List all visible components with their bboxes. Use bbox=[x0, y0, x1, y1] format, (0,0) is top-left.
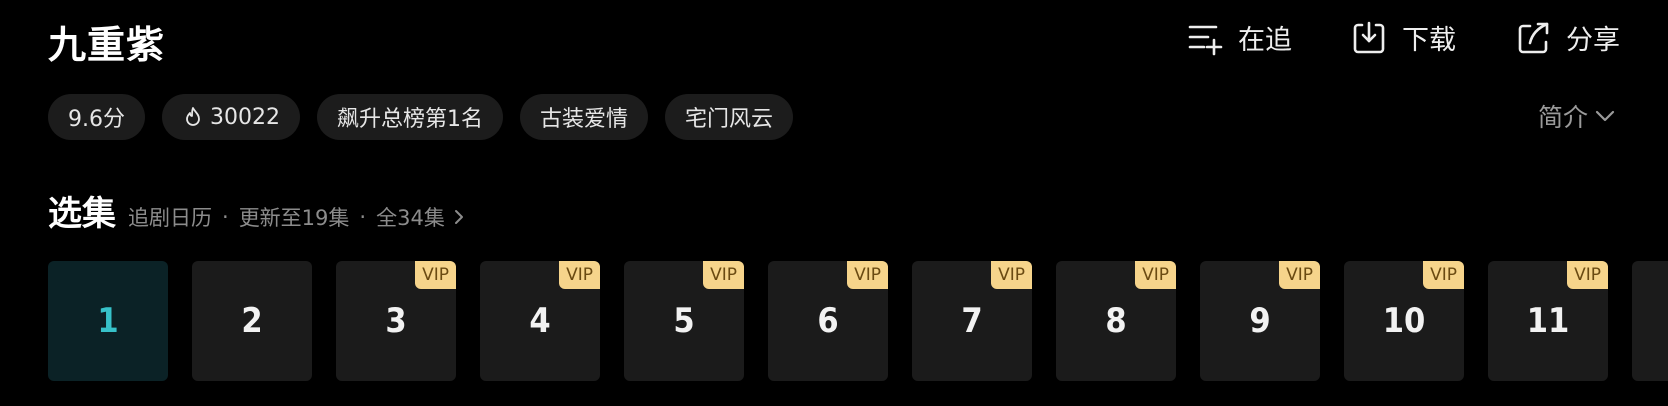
share-button[interactable]: 分享 bbox=[1514, 18, 1620, 57]
episode-number: 5 bbox=[673, 301, 695, 341]
episode-number: 8 bbox=[1105, 301, 1127, 341]
episode-tile[interactable]: 11 VIP bbox=[1488, 261, 1608, 381]
vip-badge: VIP bbox=[559, 261, 600, 289]
vip-badge: VIP bbox=[415, 261, 456, 289]
intro-toggle[interactable]: 简介 bbox=[1538, 98, 1616, 134]
follow-button[interactable]: 在追 bbox=[1186, 18, 1292, 57]
episode-number: 3 bbox=[385, 301, 407, 341]
total-text: 全34集 bbox=[376, 206, 445, 230]
episode-tile[interactable]: 7 VIP bbox=[912, 261, 1032, 381]
episode-tile[interactable]: 9 VIP bbox=[1200, 261, 1320, 381]
vip-badge: VIP bbox=[1135, 261, 1176, 289]
episode-tile[interactable]: 5 VIP bbox=[624, 261, 744, 381]
episode-number: 9 bbox=[1249, 301, 1271, 341]
vip-badge: VIP bbox=[1279, 261, 1320, 289]
share-label: 分享 bbox=[1566, 25, 1620, 56]
updated-text: 更新至19集 bbox=[238, 206, 350, 230]
download-label: 下载 bbox=[1402, 25, 1456, 56]
rank-text: 飙升总榜第1名 bbox=[337, 107, 483, 132]
add-to-list-icon bbox=[1188, 25, 1223, 55]
rating-tag: 9.6分 bbox=[48, 94, 145, 140]
share-icon bbox=[1518, 22, 1549, 53]
chevron-right-icon bbox=[454, 210, 463, 224]
episode-number: 1 bbox=[97, 301, 119, 341]
episode-number: 11 bbox=[1526, 301, 1570, 341]
episode-info-link[interactable]: 追剧日历 · 更新至19集 · 全34集 bbox=[128, 202, 467, 232]
vip-badge: VIP bbox=[1567, 261, 1608, 289]
episode-list: 1 2 3 VIP 4 VIP 5 VIP 6 VIP 7 VIP 8 VIP 9 VIP 10 VIP 11 VIP bbox=[48, 261, 1668, 381]
episode-tile[interactable]: 1 bbox=[48, 261, 168, 381]
chevron-down-icon bbox=[1595, 110, 1615, 122]
genre-tag[interactable]: 古装爱情 bbox=[520, 94, 649, 140]
episode-tile[interactable]: 8 VIP bbox=[1056, 261, 1176, 381]
episode-tile[interactable]: 3 VIP bbox=[336, 261, 456, 381]
action-bar: 在追 下载 分享 bbox=[1186, 18, 1620, 57]
episode-tile[interactable]: 4 VIP bbox=[480, 261, 600, 381]
heat-text: 30022 bbox=[210, 104, 280, 130]
calendar-text: 追剧日历 bbox=[128, 206, 212, 230]
episode-tile[interactable]: 10 VIP bbox=[1344, 261, 1464, 381]
follow-label: 在追 bbox=[1238, 25, 1292, 56]
vip-badge: VIP bbox=[1423, 261, 1464, 289]
theme-text: 宅门风云 bbox=[685, 107, 774, 132]
episode-number: 10 bbox=[1382, 301, 1426, 341]
selection-title: 选集 bbox=[48, 194, 116, 234]
genre-text: 古装爱情 bbox=[540, 107, 629, 132]
theme-tag[interactable]: 宅门风云 bbox=[665, 94, 794, 140]
heat-tag[interactable]: 30022 bbox=[162, 94, 300, 140]
rank-tag[interactable]: 飙升总榜第1名 bbox=[317, 94, 503, 140]
vip-badge: VIP bbox=[847, 261, 888, 289]
download-button[interactable]: 下载 bbox=[1350, 18, 1456, 57]
episode-number: 7 bbox=[961, 301, 983, 341]
episode-number: 6 bbox=[817, 301, 839, 341]
download-icon bbox=[1353, 21, 1385, 53]
intro-label: 简介 bbox=[1537, 103, 1588, 132]
vip-badge: VIP bbox=[991, 261, 1032, 289]
episode-tile[interactable]: 2 bbox=[192, 261, 312, 381]
episode-tile[interactable]: 6 VIP bbox=[768, 261, 888, 381]
show-title: 九重紫 bbox=[48, 23, 166, 67]
flame-icon bbox=[186, 107, 200, 126]
episode-number: 2 bbox=[241, 301, 263, 341]
rating-text: 9.6分 bbox=[68, 107, 125, 132]
episode-tile-partial[interactable] bbox=[1632, 261, 1668, 381]
episode-selection-header: 选集 追剧日历 · 更新至19集 · 全34集 bbox=[48, 186, 467, 235]
separator-dot: · bbox=[359, 205, 367, 229]
vip-badge: VIP bbox=[703, 261, 744, 289]
tag-row: 9.6分 30022 飙升总榜第1名 古装爱情 宅门风云 bbox=[48, 94, 794, 140]
episode-number: 4 bbox=[529, 301, 551, 341]
separator-dot: · bbox=[222, 205, 229, 229]
